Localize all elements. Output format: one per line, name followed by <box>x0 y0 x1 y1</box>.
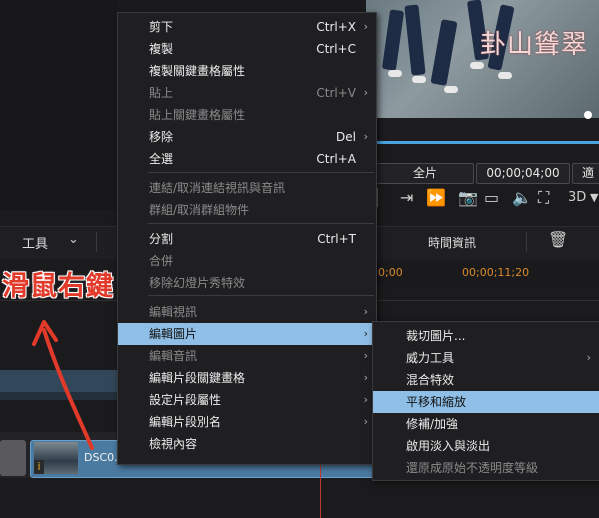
menu-item-label: 移除幻燈片秀特效 <box>149 276 246 290</box>
menu-separator <box>148 223 374 224</box>
menu-item-shortcut: Ctrl+A <box>316 152 356 166</box>
annotation-arrow-up <box>42 328 94 450</box>
context-menu-item[interactable]: 編輯視訊 › <box>118 301 376 323</box>
context-menu-item[interactable]: 連結/取消連結視訊與音訊 <box>118 177 376 199</box>
chevron-right-icon: › <box>363 305 368 318</box>
menu-item-label: 剪下 <box>149 20 174 34</box>
context-menu-item[interactable]: 全選 Ctrl+A <box>118 148 376 170</box>
chevron-right-icon: › <box>363 327 368 340</box>
context-menu-item[interactable]: 檢視內容 <box>118 433 376 455</box>
menu-separator <box>148 295 374 296</box>
menu-item-label: 群組/取消群組物件 <box>149 203 250 217</box>
menu-separator <box>148 172 374 173</box>
chevron-right-icon: › <box>363 371 368 384</box>
menu-item-label: 編輯片段別名 <box>149 415 222 429</box>
chevron-right-icon: › <box>363 130 368 143</box>
menu-item-label: 裁切圖片... <box>406 329 466 343</box>
menu-item-label: 連結/取消連結視訊與音訊 <box>149 181 286 195</box>
context-menu-item[interactable]: 貼上關鍵畫格屬性 <box>118 104 376 126</box>
submenu-item[interactable]: 威力工具 › <box>373 347 599 369</box>
context-menu-item[interactable]: 編輯音訊 › <box>118 345 376 367</box>
menu-item-label: 貼上 <box>149 86 174 100</box>
menu-item-shortcut: Del <box>336 130 356 144</box>
chevron-right-icon: › <box>586 351 591 364</box>
menu-item-label: 編輯視訊 <box>149 305 198 319</box>
chevron-right-icon: › <box>363 86 368 99</box>
menu-item-label: 複製關鍵畫格屬性 <box>149 64 246 78</box>
context-menu-item[interactable]: 剪下 Ctrl+X › <box>118 16 376 38</box>
context-menu-item[interactable]: 編輯片段別名 › <box>118 411 376 433</box>
menu-item-shortcut: Ctrl+C <box>316 42 356 56</box>
submenu-item[interactable]: 裁切圖片... <box>373 325 599 347</box>
menu-item-label: 編輯音訊 <box>149 349 198 363</box>
menu-item-shortcut: Ctrl+X <box>316 20 356 34</box>
chevron-right-icon: › <box>363 415 368 428</box>
menu-item-label: 啟用淡入與淡出 <box>406 439 491 453</box>
context-menu-item[interactable]: 移除幻燈片秀特效 <box>118 272 376 294</box>
menu-item-label: 分割 <box>149 232 174 246</box>
context-menu-item[interactable]: 編輯片段關鍵畫格 › <box>118 367 376 389</box>
context-menu-item[interactable]: 貼上 Ctrl+V › <box>118 82 376 104</box>
submenu-item[interactable]: 平移和縮放 <box>373 391 599 413</box>
menu-item-label: 複製 <box>149 42 174 56</box>
menu-item-label: 編輯片段關鍵畫格 <box>149 371 246 385</box>
menu-item-label: 編輯圖片 <box>149 327 198 341</box>
submenu-item[interactable]: 還原成原始不透明度等級 <box>373 457 599 479</box>
menu-item-label: 合併 <box>149 254 174 268</box>
menu-item-label: 還原成原始不透明度等級 <box>406 461 539 475</box>
context-menu-item[interactable]: 編輯圖片 › <box>118 323 376 345</box>
chevron-right-icon: › <box>363 349 368 362</box>
menu-item-label: 移除 <box>149 130 174 144</box>
menu-item-label: 平移和縮放 <box>406 395 467 409</box>
menu-item-label: 威力工具 <box>406 351 455 365</box>
submenu-item[interactable]: 啟用淡入與淡出 <box>373 435 599 457</box>
menu-item-label: 混合特效 <box>406 373 455 387</box>
submenu-item[interactable]: 修補/加強 <box>373 413 599 435</box>
menu-item-shortcut: Ctrl+T <box>317 232 356 246</box>
menu-item-label: 設定片段屬性 <box>149 393 222 407</box>
edit-image-submenu: 裁切圖片... 威力工具 › 混合特效平移和縮放修補/加強啟用淡入與淡出還原成原始不透… <box>372 321 599 481</box>
context-menu-item[interactable]: 複製 Ctrl+C <box>118 38 376 60</box>
context-menu-item[interactable]: 分割 Ctrl+T <box>118 228 376 250</box>
submenu-item[interactable]: 混合特效 <box>373 369 599 391</box>
context-menu-item[interactable]: 移除 Del › <box>118 126 376 148</box>
menu-item-label: 貼上關鍵畫格屬性 <box>149 108 246 122</box>
context-menu-item[interactable]: 複製關鍵畫格屬性 <box>118 60 376 82</box>
menu-item-label: 全選 <box>149 152 174 166</box>
context-menu-item[interactable]: 合併 <box>118 250 376 272</box>
annotation-text: 滑鼠右鍵 <box>2 271 114 302</box>
context-menu: 剪下 Ctrl+X › 複製 Ctrl+C 複製關鍵畫格屬性 貼上 Ctrl+V › 貼上關鍵畫格… <box>117 12 377 465</box>
menu-item-shortcut: Ctrl+V <box>316 86 356 100</box>
context-menu-item[interactable]: 設定片段屬性 › <box>118 389 376 411</box>
chevron-right-icon: › <box>363 393 368 406</box>
chevron-right-icon: › <box>363 20 368 33</box>
context-menu-item[interactable]: 群組/取消群組物件 <box>118 199 376 221</box>
menu-item-label: 修補/加強 <box>406 417 459 431</box>
menu-item-label: 檢視內容 <box>149 437 198 451</box>
